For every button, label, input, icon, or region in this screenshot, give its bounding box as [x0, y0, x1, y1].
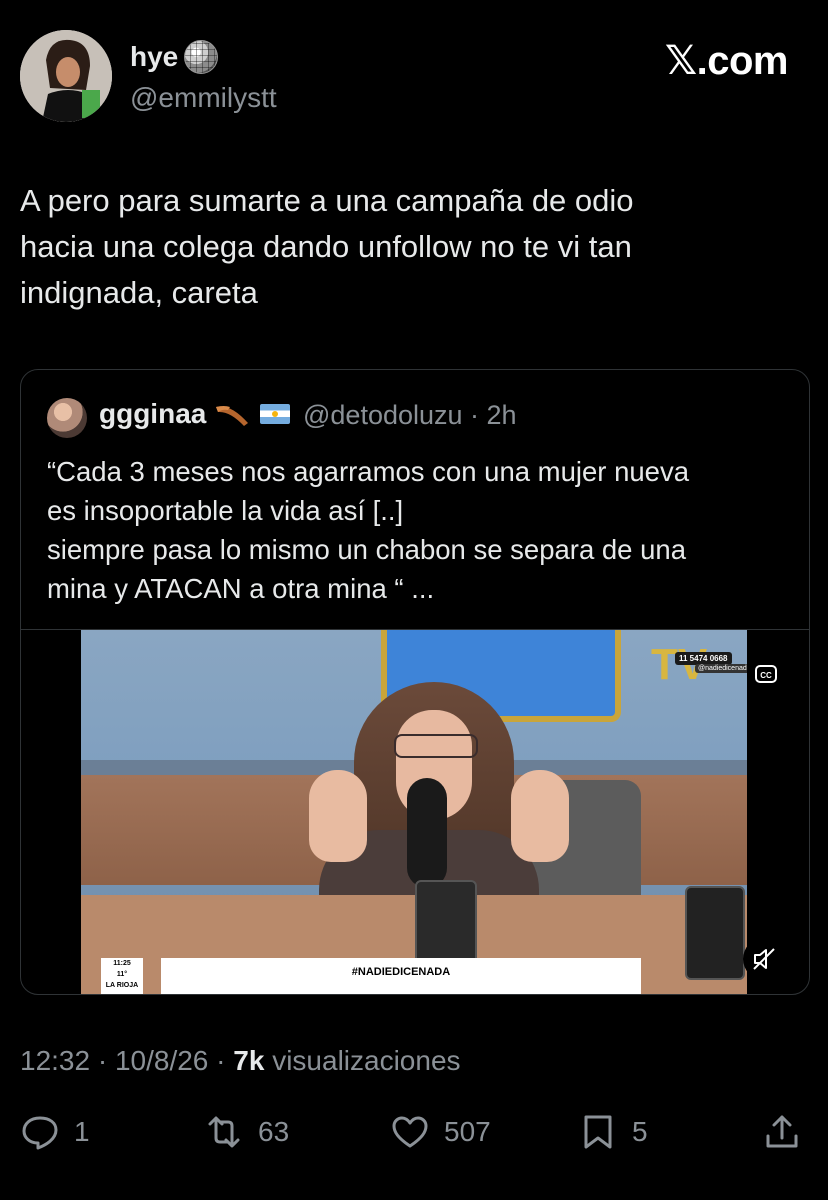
author-name[interactable]: hye [130, 41, 178, 73]
repost-icon [208, 1116, 240, 1148]
share-button[interactable] [762, 1112, 802, 1152]
tumbler-cup [685, 886, 745, 980]
weather-widget: 11:25 11° LA RIOJA [101, 958, 143, 994]
reply-count: 1 [74, 1116, 90, 1147]
cc-icon: CC [755, 665, 777, 683]
closed-captions-button[interactable]: CC [749, 657, 783, 691]
quote-line: mina y ATACAN a otra mina “ ... [47, 573, 435, 604]
author-name-row[interactable]: hye [130, 40, 219, 74]
weather-temp: 11° [116, 971, 128, 978]
lower-third-text: #NADIEDICENADA [351, 966, 451, 978]
tv-handle-badge: @nadiedicenada [695, 664, 747, 673]
x-brand-logo: 𝕏.com [664, 39, 789, 83]
bookmark-icon [584, 1115, 612, 1149]
quote-author-avatar[interactable] [47, 398, 87, 438]
weather-city: LA RIOJA [105, 982, 139, 989]
cc-label: CC [760, 671, 772, 680]
views-count: 7k [233, 1045, 265, 1076]
speaker-right-hand [511, 770, 569, 862]
author-handle[interactable]: @emmilystt [130, 82, 277, 114]
speaker-muted-icon [753, 948, 775, 970]
quote-line: “Cada 3 meses nos agarramos con una muje… [47, 456, 690, 487]
like-button[interactable]: 507 [390, 1112, 491, 1152]
microphone [407, 778, 447, 888]
bookmark-button[interactable]: 5 [578, 1112, 648, 1152]
quote-author-handle[interactable]: @detodoluzu [303, 400, 463, 430]
mute-button[interactable] [743, 938, 785, 980]
disco-ball-icon [184, 40, 219, 74]
boomerang-icon [216, 406, 249, 426]
repost-button[interactable]: 63 [204, 1112, 289, 1152]
speaker-left-hand [309, 770, 367, 862]
repost-count: 63 [258, 1116, 290, 1147]
reply-button[interactable]: 1 [20, 1112, 90, 1152]
heart-icon [392, 1116, 428, 1148]
tumbler-cup [415, 880, 477, 964]
avatar-photo [20, 30, 112, 122]
tweet-line: indignada, careta [20, 275, 258, 310]
quote-line: es insoportable la vida así [..] [47, 495, 404, 526]
tweet-line: A pero para sumarte a una campaña de odi… [20, 183, 634, 218]
speaker-glasses [394, 734, 478, 758]
quote-author-name-row[interactable]: ggginaa [99, 398, 291, 430]
quote-time: · 2h [470, 400, 517, 430]
quoted-tweet-card[interactable]: ggginaa @detodoluzu · 2h “Cada 3 meses n… [20, 369, 810, 995]
share-icon [766, 1115, 798, 1148]
quote-line: siempre pasa lo mismo un chabon se separ… [47, 534, 686, 565]
quote-text: “Cada 3 meses nos agarramos con una muje… [47, 452, 797, 608]
like-count: 507 [444, 1116, 491, 1147]
views-label: visualizaciones [272, 1045, 461, 1076]
reply-icon [22, 1116, 58, 1150]
tweet-meta: 12:32 · 10/8/26 · 7k visualizaciones [20, 1045, 461, 1077]
quote-meta: @detodoluzu · 2h [303, 400, 517, 431]
bookmark-count: 5 [632, 1116, 648, 1147]
quote-author-name[interactable]: ggginaa [99, 398, 206, 430]
tweet-timestamp[interactable]: 12:32 · 10/8/26 · [20, 1045, 225, 1076]
tweet-text: A pero para sumarte a una campaña de odi… [20, 178, 800, 316]
tweet-line: hacia una colega dando unfollow no te vi… [20, 229, 632, 264]
video-player[interactable]: TV 11 5474 0668 @nadiedicenada 11:25 11°… [81, 630, 747, 994]
argentina-flag-icon [260, 404, 291, 424]
weather-time: 11:25 [113, 960, 131, 967]
author-avatar[interactable] [20, 30, 112, 122]
